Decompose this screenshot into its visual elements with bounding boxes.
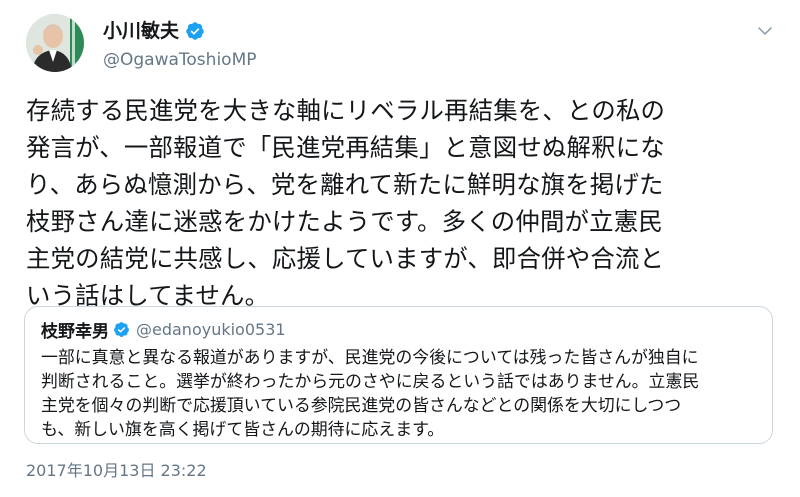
tweet-timestamp[interactable]: 2017年10月13日 23:22 — [26, 461, 207, 481]
quoted-tweet-header: 枝野幸男 @edanoyukio0531 — [41, 317, 286, 342]
verified-badge-icon — [186, 22, 204, 40]
author-name-row: 小川敏夫 — [103, 18, 205, 44]
avatar[interactable] — [26, 14, 84, 72]
tweet-card: 小川敏夫 @OgawaToshioMP 存続する民進党を大きな軸にリベラル再結集… — [0, 0, 800, 497]
author-handle[interactable]: @OgawaToshioMP — [103, 49, 256, 71]
verified-badge-icon — [114, 321, 129, 337]
chevron-down-icon[interactable] — [756, 22, 774, 40]
quoted-tweet-text: 一部に真意と異なる報道がありますが、民進党の今後については残った皆さんが独自に … — [41, 347, 700, 439]
tweet-text: 存続する民進党を大きな軸にリベラル再結集を、との私の 発言が、一部報道で「民進党… — [26, 96, 666, 310]
avatar-image — [26, 14, 84, 72]
quoted-tweet[interactable]: 枝野幸男 @edanoyukio0531 一部に真意と異なる報道がありますが、民… — [24, 306, 773, 444]
author-display-name[interactable]: 小川敏夫 — [103, 19, 179, 43]
quoted-author-display-name: 枝野幸男 — [41, 321, 109, 342]
quoted-author-handle: @edanoyukio0531 — [136, 319, 286, 339]
